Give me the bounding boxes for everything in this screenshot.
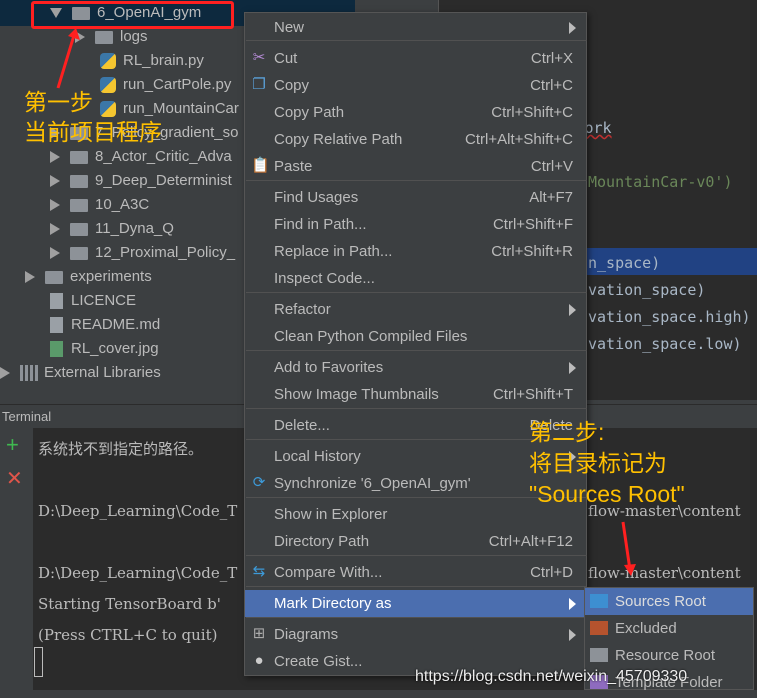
annotation-arrows <box>56 28 636 576</box>
watermark: https://blog.csdn.net/weixin_45709330 <box>415 668 688 685</box>
